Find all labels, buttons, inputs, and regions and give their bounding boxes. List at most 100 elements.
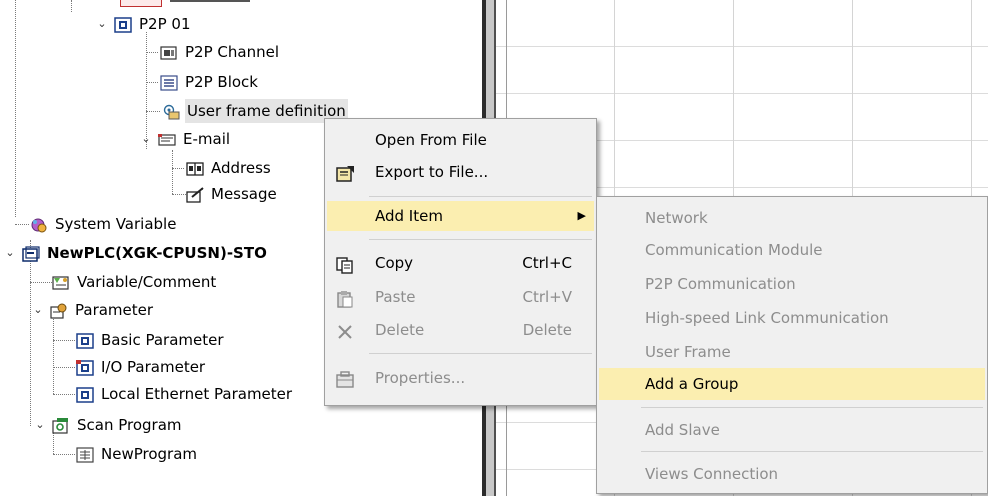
tree-line <box>53 454 75 455</box>
tree-item-scan-program[interactable]: ⌄ Scan Program <box>34 413 184 437</box>
menu-item-shortcut: Ctrl+C <box>522 254 572 272</box>
menu-item-properties[interactable]: Properties... <box>327 363 594 393</box>
tree-item-label: Variable/Comment <box>77 273 217 291</box>
system-variable-icon <box>30 216 48 233</box>
tree-item-newprogram[interactable]: NewProgram <box>76 442 199 466</box>
tree-item-parameter[interactable]: ⌄ Parameter <box>32 298 155 322</box>
user-frame-icon <box>162 103 180 120</box>
menu-separator <box>369 196 592 197</box>
tree-line <box>30 282 52 283</box>
chevron-down-icon[interactable]: ⌄ <box>34 419 46 431</box>
submenu-arrow-icon: ▶ <box>577 209 586 222</box>
tree-line <box>146 82 158 83</box>
tree-item-label: P2P Channel <box>185 43 279 61</box>
tree-item-label: Basic Parameter <box>101 331 224 349</box>
menu-item-delete[interactable]: Delete Delete <box>327 315 594 345</box>
submenu-item-add-a-group[interactable]: Add a Group <box>599 368 985 400</box>
block-icon <box>160 74 178 91</box>
submenu-item-p2p-communication[interactable]: P2P Communication <box>599 269 985 299</box>
chevron-down-icon[interactable]: ⌄ <box>4 247 16 259</box>
tree-item-label: Local Ethernet Parameter <box>101 385 293 403</box>
tree-item-label: I/O Parameter <box>101 358 206 376</box>
scan-program-icon <box>52 417 70 434</box>
menu-item-label: Properties... <box>375 369 466 387</box>
menu-item-add-item[interactable]: Add Item ▶ <box>327 201 594 231</box>
tree-item-p2p-channel[interactable]: P2P Channel <box>160 40 281 64</box>
tree-item-p2p-block[interactable]: P2P Block <box>160 70 260 94</box>
channel-icon <box>160 44 178 60</box>
menu-item-label: Views Connection <box>645 465 779 483</box>
tree-item-variable-comment[interactable]: Variable/Comment <box>52 270 218 294</box>
tree-item-user-frame-definition[interactable]: User frame definition <box>162 99 348 123</box>
menu-item-label: P2P Communication <box>645 275 796 293</box>
submenu-item-user-frame[interactable]: User Frame <box>599 337 985 367</box>
menu-item-open-from-file[interactable]: Open From File <box>327 125 594 155</box>
address-book-icon <box>186 160 204 176</box>
tree-item-io-parameter[interactable]: I/O Parameter <box>76 355 207 379</box>
context-menu: Open From File Export to File... Add Ite… <box>324 118 597 406</box>
tree-line <box>53 312 54 394</box>
tree-line <box>53 340 75 341</box>
tree-item-label: E-mail <box>183 130 231 148</box>
parameter-icon <box>50 302 68 319</box>
menu-item-label: Add Item <box>375 207 443 225</box>
tree-item-basic-parameter[interactable]: Basic Parameter <box>76 328 226 352</box>
menu-item-label: High-speed Link Communication <box>645 309 889 327</box>
tree-item-label: Message <box>211 185 277 203</box>
tree-line <box>146 111 160 112</box>
menu-separator <box>641 407 983 408</box>
chevron-down-icon[interactable]: ⌄ <box>140 133 152 145</box>
submenu-item-add-slave[interactable]: Add Slave <box>599 415 985 445</box>
paste-icon <box>335 288 355 308</box>
email-icon <box>158 131 176 147</box>
menu-item-label: Copy <box>375 254 414 272</box>
menu-item-label: User Frame <box>645 343 731 361</box>
tree-item-label: System Variable <box>55 215 177 233</box>
variable-comment-icon <box>52 274 70 290</box>
menu-item-label: Delete <box>375 321 425 339</box>
tree-item-system-variable[interactable]: System Variable <box>30 212 178 236</box>
copy-icon <box>335 254 355 274</box>
p2p-icon <box>114 16 132 33</box>
tree-item-p2p-01[interactable]: ⌄ P2P 01 <box>96 12 193 36</box>
tree-item-local-ethernet-parameter[interactable]: Local Ethernet Parameter <box>76 382 294 406</box>
menu-item-label: Export to File... <box>375 163 489 181</box>
menu-item-shortcut: Ctrl+V <box>522 288 572 306</box>
menu-separator <box>369 239 592 240</box>
chevron-down-icon[interactable]: ⌄ <box>96 18 108 30</box>
tree-line <box>146 52 158 53</box>
menu-item-copy[interactable]: Copy Ctrl+C <box>327 248 594 278</box>
submenu-item-network[interactable]: Network <box>599 203 985 233</box>
tree-cutoff-text <box>170 0 250 4</box>
message-icon <box>186 186 204 203</box>
tree-item-label: P2P Block <box>185 73 258 91</box>
properties-icon <box>335 369 355 388</box>
tree-item-label: NewPLC(XGK-CPUSN)-STO <box>47 244 267 262</box>
tree-line <box>30 240 31 426</box>
tree-item-message[interactable]: Message <box>186 182 279 206</box>
menu-item-export-to-file[interactable]: Export to File... <box>327 157 594 187</box>
submenu-item-communication-module[interactable]: Communication Module <box>599 235 985 265</box>
tree-line <box>15 224 29 225</box>
menu-item-paste[interactable]: Paste Ctrl+V <box>327 282 594 312</box>
tree-item-address[interactable]: Address <box>186 156 273 180</box>
ethernet-parameter-icon <box>76 386 94 403</box>
submenu-item-views-connection[interactable]: Views Connection <box>599 459 985 489</box>
submenu-item-high-speed-link[interactable]: High-speed Link Communication <box>599 303 985 333</box>
tree-line <box>172 194 186 195</box>
tree-cutoff-row <box>120 0 162 7</box>
basic-parameter-icon <box>76 332 94 349</box>
menu-item-label: Communication Module <box>645 241 823 259</box>
plc-icon <box>22 245 40 262</box>
delete-icon <box>335 321 355 339</box>
menu-item-label: Paste <box>375 288 416 306</box>
tree-item-email[interactable]: ⌄ E-mail <box>140 127 232 151</box>
tree-item-newplc[interactable]: ⌄ NewPLC(XGK-CPUSN)-STO <box>4 241 269 265</box>
chevron-down-icon[interactable]: ⌄ <box>32 304 44 316</box>
menu-item-label: Network <box>645 209 708 227</box>
tree-item-label: Scan Program <box>77 416 182 434</box>
tree-item-label: Address <box>211 159 271 177</box>
menu-separator <box>641 451 983 452</box>
io-parameter-icon <box>76 359 94 376</box>
menu-item-label: Add Slave <box>645 421 720 439</box>
